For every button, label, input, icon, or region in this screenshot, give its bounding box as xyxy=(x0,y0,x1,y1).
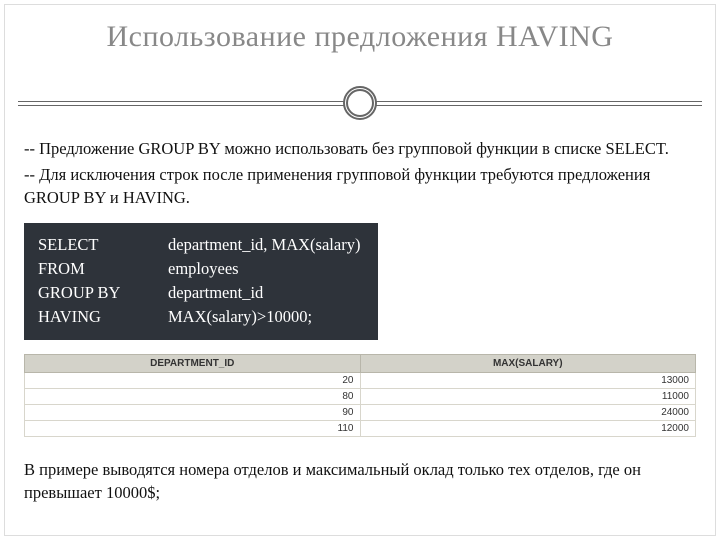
slide-body: -- Предложение GROUP BY можно использова… xyxy=(0,120,720,504)
sql-line: SELECT department_id, MAX(salary) xyxy=(38,233,360,257)
cell-dept: 80 xyxy=(25,389,361,405)
sql-rest: department_id xyxy=(168,281,263,305)
page-title: Использование предложения HAVING xyxy=(40,20,680,54)
col-header-dept: DEPARTMENT_ID xyxy=(25,355,361,373)
sql-rest: employees xyxy=(168,257,239,281)
sql-rest: MAX(salary)>10000; xyxy=(168,305,312,329)
cell-max: 12000 xyxy=(360,421,696,437)
table-header-row: DEPARTMENT_ID MAX(SALARY) xyxy=(25,355,696,373)
result-table: DEPARTMENT_ID MAX(SALARY) 20 13000 80 11… xyxy=(24,354,696,437)
slide: Использование предложения HAVING -- Пред… xyxy=(0,0,720,540)
sql-rest: department_id, MAX(salary) xyxy=(168,233,360,257)
paragraph-2: -- Для исключения строк после применения… xyxy=(24,164,696,209)
table-row: 80 11000 xyxy=(25,389,696,405)
cell-max: 13000 xyxy=(360,373,696,389)
table-row: 90 24000 xyxy=(25,405,696,421)
title-area: Использование предложения HAVING xyxy=(0,0,720,86)
sql-line: FROM employees xyxy=(38,257,360,281)
title-divider xyxy=(18,86,702,120)
sql-keyword: GROUP BY xyxy=(38,281,168,305)
sql-keyword: SELECT xyxy=(38,233,168,257)
table-row: 110 12000 xyxy=(25,421,696,437)
result-table-wrap: DEPARTMENT_ID MAX(SALARY) 20 13000 80 11… xyxy=(24,354,696,437)
sql-keyword: HAVING xyxy=(38,305,168,329)
cell-dept: 20 xyxy=(25,373,361,389)
cell-max: 24000 xyxy=(360,405,696,421)
footnote: В примере выводятся номера отделов и мак… xyxy=(24,459,696,504)
col-header-max: MAX(SALARY) xyxy=(360,355,696,373)
cell-dept: 90 xyxy=(25,405,361,421)
cell-max: 11000 xyxy=(360,389,696,405)
divider-ring-icon xyxy=(343,86,377,120)
sql-code-block: SELECT department_id, MAX(salary) FROM e… xyxy=(24,223,378,341)
paragraph-1: -- Предложение GROUP BY можно использова… xyxy=(24,138,696,160)
cell-dept: 110 xyxy=(25,421,361,437)
sql-keyword: FROM xyxy=(38,257,168,281)
sql-line: HAVING MAX(salary)>10000; xyxy=(38,305,360,329)
sql-line: GROUP BY department_id xyxy=(38,281,360,305)
table-row: 20 13000 xyxy=(25,373,696,389)
